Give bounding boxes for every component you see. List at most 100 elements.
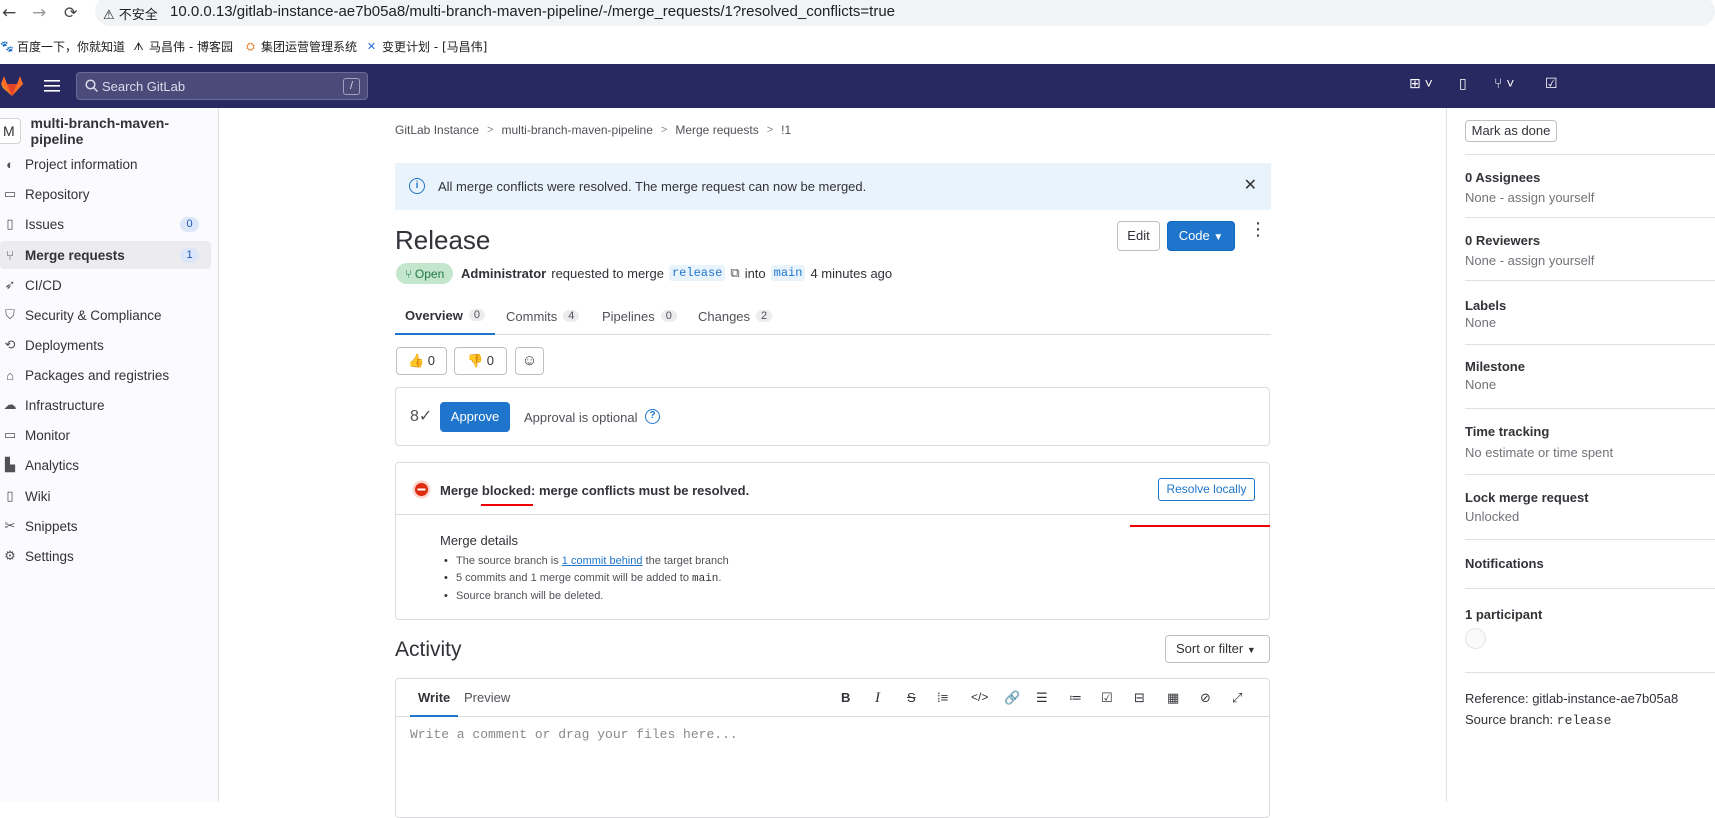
tab-write[interactable]: Write	[410, 679, 459, 717]
target-branch[interactable]: main	[770, 265, 806, 281]
sidebar-item-project-information[interactable]: ◐ Project information	[0, 150, 211, 178]
merge-requests-shortcut-icon[interactable]: ⑂ ˅	[1494, 75, 1514, 91]
sidebar-item-monitor[interactable]: ▭ Monitor	[0, 421, 211, 449]
assignees-value[interactable]: None - assign yourself	[1465, 190, 1594, 205]
close-icon[interactable]: ✕	[1244, 175, 1257, 195]
numbered-list-icon[interactable]: ≔	[1069, 690, 1082, 706]
sidebar-item-cicd[interactable]: ➶ CI/CD	[0, 271, 211, 299]
sidebar-item-security[interactable]: ⛉ Security & Compliance	[0, 301, 211, 329]
strikethrough-icon[interactable]: S	[907, 690, 916, 705]
fullscreen-icon[interactable]: ⤢	[1232, 690, 1242, 706]
sidebar-item-snippets[interactable]: ✂ Snippets	[0, 512, 211, 540]
sidebar-item-analytics[interactable]: ▙ Analytics	[0, 451, 211, 479]
thumbs-up-icon: 👍	[407, 353, 425, 368]
sidebar-item-infrastructure[interactable]: ☁ Infrastructure	[0, 391, 211, 419]
issues-icon: ▯	[6, 216, 14, 231]
create-new-icon[interactable]: ⊞ ˅	[1409, 75, 1433, 92]
forward-icon[interactable]: →	[32, 3, 46, 23]
approve-button[interactable]: Approve	[440, 402, 510, 432]
comment-input[interactable]: Write a comment or drag your files here.…	[410, 727, 738, 742]
collapsible-icon[interactable]: ⊟	[1134, 690, 1145, 706]
error-circle-icon	[412, 480, 431, 499]
mr-meta-line: Administrator requested to merge release…	[461, 265, 893, 281]
bookmark-cnblogs[interactable]: ᗑ 马昌伟 - 博客园	[132, 38, 233, 55]
bookmark-baidu[interactable]: 🐾 百度一下，你就知道	[0, 38, 125, 55]
search-input[interactable]: Search GitLab /	[76, 72, 368, 100]
add-reaction-button[interactable]: ☺	[515, 347, 544, 375]
merge-details-title: Merge details	[440, 533, 519, 548]
chevron-down-icon: ▼	[1213, 232, 1224, 243]
sidebar-item-packages[interactable]: ⌂ Packages and registries	[0, 361, 211, 389]
back-icon[interactable]: ←	[2, 3, 16, 23]
right-sidebar: Mark as done 0 Assignees None - assign y…	[1446, 108, 1715, 802]
edit-button[interactable]: Edit	[1117, 221, 1160, 251]
resolve-locally-button[interactable]: Resolve locally	[1158, 478, 1255, 501]
attach-icon[interactable]: ⊘	[1200, 690, 1211, 706]
bold-icon[interactable]: B	[841, 690, 850, 705]
source-branch-label: Source branch: release	[1465, 712, 1612, 728]
bookmark-change-plan[interactable]: ✕ 变更计划 - [马昌伟]	[365, 38, 487, 55]
tab-commits[interactable]: Commits 4	[506, 297, 580, 335]
issues-shortcut-icon[interactable]: ▯	[1459, 75, 1467, 92]
bullet-list-icon[interactable]: ☰	[1036, 690, 1048, 706]
copy-icon[interactable]: ⧉	[730, 265, 739, 281]
sidebar-item-merge-requests[interactable]: ⑂ Merge requests 1	[0, 241, 211, 269]
thumbs-up-button[interactable]: 👍 0	[396, 347, 447, 375]
insecure-indicator[interactable]: ⚠ 不安全	[103, 4, 158, 23]
link-icon[interactable]: 🔗	[1004, 690, 1020, 706]
italic-icon[interactable]: I	[875, 690, 880, 707]
reload-icon[interactable]: ⟳	[64, 3, 77, 22]
breadcrumb-merge-requests[interactable]: Merge requests	[675, 123, 758, 137]
thumbs-down-button[interactable]: 👎 0	[454, 347, 507, 375]
breadcrumb-mr-id[interactable]: !1	[781, 123, 791, 137]
rocket-icon: ➶	[4, 277, 16, 292]
thumbs-down-icon: 👎	[466, 353, 484, 368]
sidebar-item-repository[interactable]: ▭ Repository	[0, 180, 211, 208]
breadcrumb-project[interactable]: multi-branch-maven-pipeline	[502, 123, 653, 137]
code-dropdown-button[interactable]: Code ▼	[1167, 221, 1235, 251]
red-underline-annotation	[1130, 525, 1270, 527]
quote-icon[interactable]: ⁞≡	[937, 690, 948, 705]
gitlab-logo-icon[interactable]	[0, 75, 24, 97]
merge-details: Merge details The source branch is 1 com…	[440, 533, 729, 607]
menu-icon[interactable]	[44, 80, 60, 92]
task-list-icon[interactable]: ☑	[1101, 690, 1113, 706]
divider	[1465, 154, 1715, 155]
table-icon[interactable]: ▦	[1167, 690, 1179, 706]
code-icon[interactable]: </>	[971, 690, 988, 704]
sidebar-item-issues[interactable]: ▯ Issues 0	[0, 210, 211, 238]
breadcrumb-gitlab-instance[interactable]: GitLab Instance	[395, 123, 479, 137]
sort-filter-dropdown[interactable]: Sort or filter ▼	[1165, 635, 1270, 663]
author-link[interactable]: Administrator	[461, 266, 546, 281]
book-icon: ▯	[6, 488, 14, 503]
browser-toolbar: ← → ⟳ ⚠ 不安全 10.0.0.13/gitlab-instance-ae…	[0, 0, 1715, 26]
monitor-icon: ▭	[3, 427, 17, 442]
divider	[1465, 344, 1715, 345]
commits-behind-link[interactable]: 1 commit behind	[562, 555, 643, 567]
sidebar-item-deployments[interactable]: ⟲ Deployments	[0, 331, 211, 359]
reviewers-title: 0 Reviewers	[1465, 233, 1541, 248]
divider	[1465, 539, 1715, 540]
info-circle-icon: i	[409, 178, 425, 194]
source-branch[interactable]: release	[668, 265, 726, 281]
tab-changes[interactable]: Changes 2	[698, 297, 773, 335]
sidebar-item-settings[interactable]: ⚙ Settings	[0, 542, 211, 570]
avatar[interactable]	[1465, 628, 1486, 649]
tab-preview[interactable]: Preview	[464, 679, 510, 717]
tab-pipelines[interactable]: Pipelines 0	[602, 297, 677, 335]
tab-overview[interactable]: Overview 0	[395, 297, 495, 335]
comment-editor: Write Preview B I S ⁞≡ </> 🔗 ☰ ≔ ☑ ⊟ ▦ ⊘…	[395, 678, 1270, 818]
mark-as-done-button[interactable]: Mark as done	[1465, 120, 1557, 142]
todos-icon[interactable]: ☑	[1545, 75, 1558, 92]
reviewers-value[interactable]: None - assign yourself	[1465, 253, 1594, 268]
help-icon[interactable]: ?	[645, 409, 660, 424]
sidebar-project-header[interactable]: M multi-branch-maven-pipeline	[0, 115, 218, 147]
doc-icon: ▭	[3, 186, 17, 201]
gitlab-header: Search GitLab / ⊞ ˅ ▯ ⑂ ˅ ☑	[0, 64, 1715, 108]
labels-title: Labels	[1465, 298, 1507, 313]
url-text[interactable]: 10.0.0.13/gitlab-instance-ae7b05a8/multi…	[170, 3, 895, 20]
bookmark-ops[interactable]: ⛭ 集团运营管理系统	[244, 38, 357, 55]
package-icon: ⌂	[6, 367, 14, 383]
more-actions-icon[interactable]: ⋮	[1249, 220, 1267, 238]
sidebar-item-wiki[interactable]: ▯ Wiki	[0, 482, 211, 510]
